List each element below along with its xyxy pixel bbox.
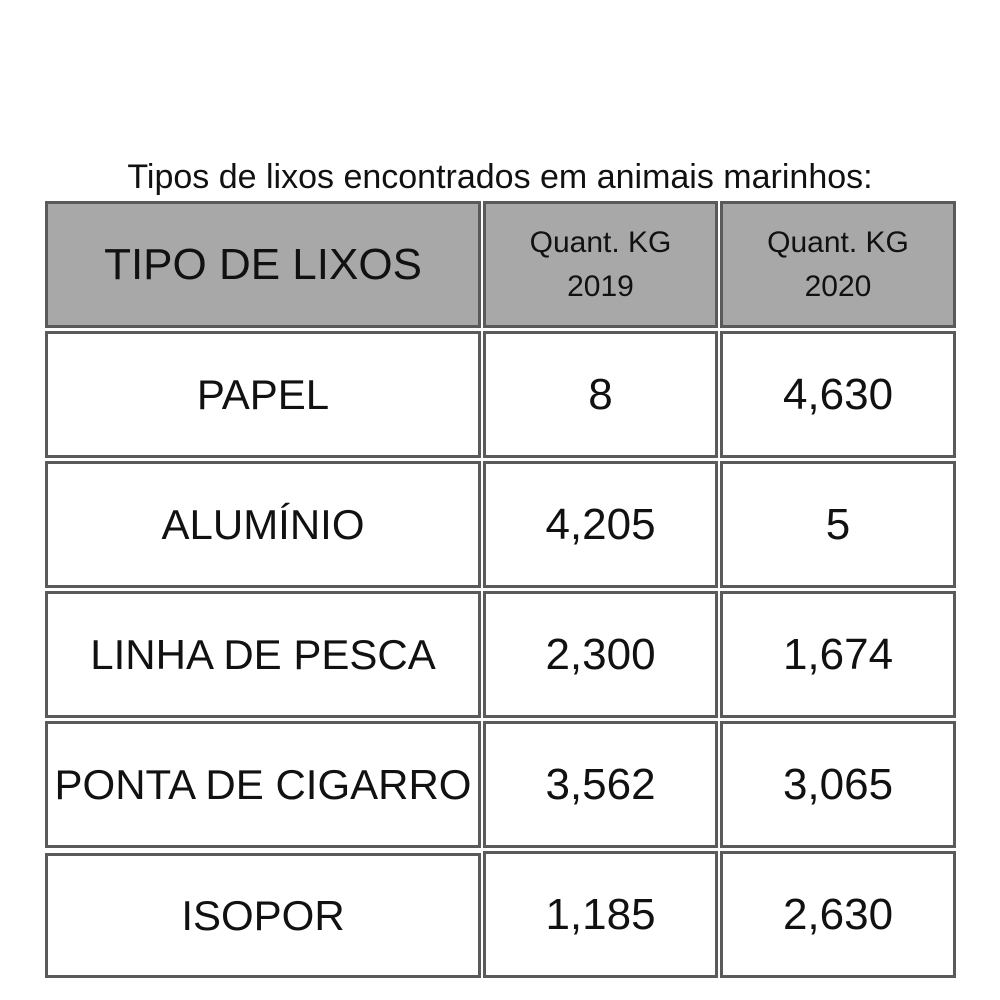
header-quantity-2020-label: Quant. KG — [767, 225, 909, 259]
row-isopor-2020: 2,630 — [720, 851, 956, 978]
row-ponta-de-cigarro-type: PONTA DE CIGARRO — [45, 721, 481, 848]
row-papel-2019: 8 — [483, 331, 718, 458]
row-aluminio-type: ALUMÍNIO — [45, 461, 481, 588]
row-linha-de-pesca-2019: 2,300 — [483, 591, 718, 718]
row-ponta-de-cigarro-2020: 3,065 — [720, 721, 956, 848]
header-quantity-2019-year: 2019 — [567, 269, 634, 303]
row-isopor-type: ISOPOR — [45, 853, 481, 978]
row-ponta-de-cigarro-2019: 3,562 — [483, 721, 718, 848]
row-isopor-2019: 1,185 — [483, 851, 718, 978]
row-linha-de-pesca-type: LINHA DE PESCA — [45, 591, 481, 718]
header-waste-type: TIPO DE LIXOS — [45, 201, 481, 328]
table-caption: Tipos de lixos encontrados em animais ma… — [127, 158, 873, 196]
row-papel-2020: 4,630 — [720, 331, 956, 458]
header-quantity-2019: Quant. KG 2019 — [483, 201, 718, 328]
header-quantity-2020-year: 2020 — [804, 269, 872, 303]
row-linha-de-pesca-2020: 1,674 — [720, 591, 956, 718]
header-quantity-2020: Quant. KG 2020 — [720, 201, 956, 328]
row-aluminio-2020: 5 — [720, 461, 956, 588]
row-papel-type: PAPEL — [45, 331, 481, 458]
row-aluminio-2019: 4,205 — [483, 461, 718, 588]
header-quantity-2019-label: Quant. KG — [529, 225, 672, 259]
